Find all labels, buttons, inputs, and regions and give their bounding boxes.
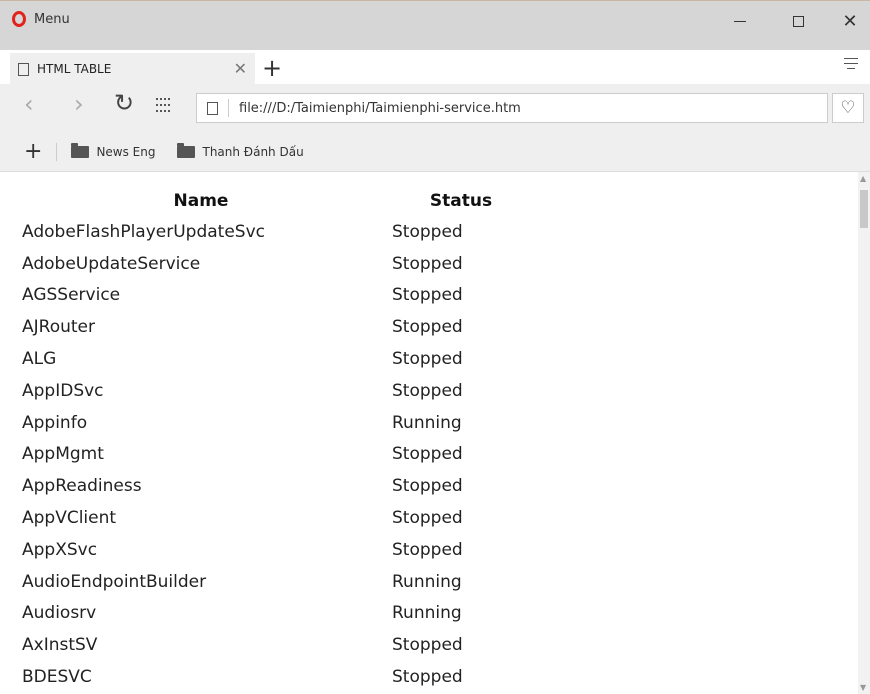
heart-icon: ♡ bbox=[840, 98, 856, 118]
bookmark-folder-thanh-danh-dau[interactable]: Thanh Đánh Dấu bbox=[177, 142, 304, 159]
tab-close-icon[interactable]: ✕ bbox=[234, 59, 247, 78]
service-name: AppVClient bbox=[22, 508, 117, 529]
service-name: AdobeFlashPlayerUpdateSvc bbox=[22, 221, 265, 242]
service-status: Stopped bbox=[392, 221, 463, 242]
service-name: Appinfo bbox=[22, 412, 88, 433]
table-row: AppMgmt Stopped bbox=[16, 439, 536, 471]
speed-dial-icon[interactable] bbox=[156, 98, 172, 114]
maximize-icon bbox=[792, 15, 804, 27]
service-status: Stopped bbox=[392, 476, 463, 497]
service-status: Stopped bbox=[392, 444, 463, 465]
table-row: AppVClient Stopped bbox=[16, 502, 536, 534]
reload-button[interactable]: ↻ bbox=[114, 89, 134, 117]
close-icon: ✕ bbox=[842, 10, 858, 32]
back-button[interactable]: ‹ bbox=[24, 90, 34, 118]
table-row: AdobeUpdateService Stopped bbox=[16, 248, 536, 280]
close-window-button[interactable]: ✕ bbox=[830, 7, 870, 35]
table-row: Audiosrv Running bbox=[16, 598, 536, 630]
forward-button[interactable]: › bbox=[74, 90, 84, 118]
table-row: AppReadiness Stopped bbox=[16, 470, 536, 502]
bookmark-label: Thanh Đánh Dấu bbox=[202, 144, 304, 159]
service-status: Stopped bbox=[392, 380, 463, 401]
bookmarks-divider bbox=[56, 142, 58, 161]
vertical-scrollbar[interactable]: ▲ ▼ bbox=[858, 172, 870, 694]
tab-html-table[interactable]: HTML TABLE ✕ bbox=[10, 53, 255, 85]
scroll-up-icon[interactable]: ▲ bbox=[860, 174, 866, 183]
address-divider bbox=[228, 99, 229, 117]
page-content: Name Status AdobeFlashPlayerUpdateSvc Sto… bbox=[0, 172, 858, 694]
service-name: AxInstSV bbox=[22, 635, 98, 656]
table-row: AppIDSvc Stopped bbox=[16, 375, 536, 407]
document-icon bbox=[18, 62, 29, 76]
table-row: AudioEndpointBuilder Running bbox=[16, 566, 536, 598]
folder-icon bbox=[177, 142, 196, 158]
bookmarks-bar: + News Eng Thanh Đánh Dấu bbox=[0, 132, 870, 172]
table-row: AdobeFlashPlayerUpdateSvc Stopped bbox=[16, 216, 536, 248]
add-bookmark-button[interactable]: + bbox=[24, 139, 42, 164]
table-row: ALG Stopped bbox=[16, 343, 536, 375]
new-tab-button[interactable]: + bbox=[262, 55, 282, 81]
minimize-button[interactable] bbox=[720, 7, 760, 35]
table-row: AJRouter Stopped bbox=[16, 311, 536, 343]
scrollbar-thumb[interactable] bbox=[860, 190, 868, 228]
service-status: Stopped bbox=[392, 667, 463, 688]
service-name: AudioEndpointBuilder bbox=[22, 571, 207, 592]
table-row: AppXSvc Stopped bbox=[16, 534, 536, 566]
tab-menu-icon[interactable] bbox=[843, 58, 859, 73]
service-name: BDESVC bbox=[22, 667, 92, 688]
folder-icon bbox=[71, 142, 90, 158]
bookmark-heart-button[interactable]: ♡ bbox=[832, 93, 864, 123]
service-name: AppReadiness bbox=[22, 476, 142, 497]
window-titlebar: Menu ✕ HTML TABLE ✕ + bbox=[0, 0, 870, 85]
service-name: AGSService bbox=[22, 285, 121, 306]
service-status: Running bbox=[392, 603, 462, 624]
service-name: AdobeUpdateService bbox=[22, 253, 201, 274]
table-row: BDESVC Stopped bbox=[16, 661, 536, 693]
table-header-row: Name Status bbox=[16, 186, 536, 216]
maximize-button[interactable] bbox=[778, 7, 818, 35]
table-row: AGSService Stopped bbox=[16, 280, 536, 312]
status-column-header: Status bbox=[429, 191, 493, 211]
service-name: Audiosrv bbox=[22, 603, 97, 624]
service-name: AppIDSvc bbox=[22, 380, 104, 401]
service-status: Stopped bbox=[392, 508, 463, 529]
opera-logo-icon bbox=[12, 11, 26, 27]
service-name: AJRouter bbox=[22, 317, 95, 338]
opera-menu-button[interactable]: Menu bbox=[12, 11, 70, 27]
service-status: Stopped bbox=[392, 349, 463, 370]
table-row: Appinfo Running bbox=[16, 407, 536, 439]
minimize-icon bbox=[734, 20, 746, 22]
menu-label: Menu bbox=[34, 11, 70, 27]
address-bar[interactable]: file:///D:/Taimienphi/Taimienphi-service… bbox=[196, 93, 828, 123]
service-name: AppXSvc bbox=[22, 539, 98, 560]
navigation-toolbar: ‹ › ↻ file:///D:/Taimienphi/Taimienphi-s… bbox=[0, 84, 870, 132]
name-column-header: Name bbox=[173, 191, 229, 211]
service-status: Running bbox=[392, 412, 462, 433]
service-name: ALG bbox=[22, 349, 57, 370]
service-status: Running bbox=[392, 571, 462, 592]
table-row: AxInstSV Stopped bbox=[16, 629, 536, 661]
page-info-icon[interactable] bbox=[207, 101, 218, 115]
service-status: Stopped bbox=[392, 539, 463, 560]
bookmark-label: News Eng bbox=[96, 144, 156, 159]
address-url[interactable]: file:///D:/Taimienphi/Taimienphi-service… bbox=[239, 101, 521, 116]
services-table: Name Status AdobeFlashPlayerUpdateSvc Sto… bbox=[16, 186, 536, 693]
service-status: Stopped bbox=[392, 253, 463, 274]
bookmark-folder-news-eng[interactable]: News Eng bbox=[71, 142, 156, 159]
service-status: Stopped bbox=[392, 635, 463, 656]
service-status: Stopped bbox=[392, 285, 463, 306]
service-status: Stopped bbox=[392, 317, 463, 338]
tab-title: HTML TABLE bbox=[37, 62, 112, 76]
service-name: AppMgmt bbox=[22, 444, 104, 465]
scroll-down-icon[interactable]: ▼ bbox=[860, 683, 866, 692]
